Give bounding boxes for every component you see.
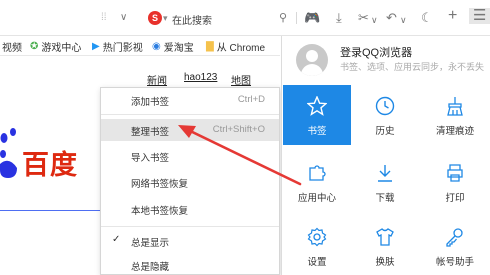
login-title[interactable]: 登录QQ浏览器 [340,44,412,60]
new-tab-icon[interactable]: + [448,8,457,24]
menu-item-label: 网络书签恢复 [131,179,189,190]
grid-icon[interactable]: ⁞⁞ [101,10,107,26]
bookmark-hot-movies[interactable]: ▶ 热门影视 [92,39,143,54]
printer-icon [447,164,463,182]
download-icon [378,165,392,182]
menu-item-organize-bookmarks[interactable]: 整理书签 Ctrl+Shift+O [101,119,279,141]
menu-item-import-bookmarks[interactable]: 导入书签 [101,145,279,167]
baidu-logo: 百度 [22,150,78,181]
bookmark-label: 从 Chrome [216,43,266,54]
tile-skin[interactable]: 换肤 [351,216,419,275]
search-icon[interactable]: ⚲ [279,10,287,26]
menu-item-label: 总是显示 [131,238,170,249]
clock-icon [375,96,395,116]
bookmark-from-chrome[interactable]: ▇ 从 Chrome [206,39,265,54]
tile-settings[interactable]: 设置 [283,216,351,275]
broom-icon [447,97,463,116]
menu-divider [101,114,279,115]
tile-history[interactable]: 历史 [351,85,419,145]
chevron-down-icon: ▾ [163,12,168,23]
menu-item-add-bookmark[interactable]: 添加书签 Ctrl+D [101,89,279,111]
bookmark-label: 爱淘宝 [163,43,194,54]
chevron-down-icon[interactable]: ∨ [120,10,127,26]
scissors-icon[interactable]: ✂ [358,10,369,26]
gamepad-icon: ✪ [30,41,39,52]
gamepad-icon[interactable]: 🎮 [304,10,320,26]
gear-icon [307,227,327,247]
tile-label: 帐号助手 [435,257,474,268]
tile-label: 历史 [375,126,395,137]
download-icon[interactable]: ⤓ [336,10,342,26]
tile-print[interactable]: 打印 [421,152,489,212]
bookmarks-bar: 视频 ✪ 游戏中心 ▶ 热门影视 ◉ 爱淘宝 ▇ 从 Chrome [0,36,280,56]
menu-item-label: 本地书签恢复 [131,206,189,217]
chevron-down-icon[interactable]: ∨ [371,12,378,28]
menu-item-label: 导入书签 [131,153,170,164]
browser-menu-panel: 登录QQ浏览器 书签、选项、应用云同步，永不丢失 书签 历史 清理痕迹 应用中心… [281,36,490,275]
tile-label: 书签 [307,126,327,137]
play-icon: ▶ [92,41,100,52]
menu-item-label: 整理书签 [131,127,170,138]
bookmark-video[interactable]: 视频 [2,39,22,54]
tile-label: 下载 [375,193,395,204]
menu-item-always-hide[interactable]: 总是隐藏 [101,254,279,275]
menu-divider [101,226,279,227]
baidu-paw-icon [0,128,17,178]
page-link-news[interactable]: 新闻 [147,72,167,87]
shirt-icon [376,228,394,246]
tile-label: 清理痕迹 [435,126,474,137]
bookmark-aitaobao[interactable]: ◉ 爱淘宝 [152,39,194,54]
page-link-hao123[interactable]: hao123 [184,72,217,83]
bookmark-label: 游戏中心 [41,43,82,54]
undo-icon[interactable]: ↶ [386,10,397,26]
star-icon [307,96,327,116]
browser-toolbar: ⁞⁞ ∨ S ▾ 在此搜索 ⚲ 🎮 ⤓ ✂ ∨ ↶ ∨ ☾ + ☰ [0,0,490,36]
menu-item-shortcut: Ctrl+Shift+O [212,124,265,135]
tile-label: 应用中心 [297,193,336,204]
avatar[interactable] [296,44,328,76]
menu-item-shortcut: Ctrl+D [237,94,265,105]
bookmark-game-center[interactable]: ✪ 游戏中心 [30,39,81,54]
search-engine-selector[interactable]: S ▾ [148,10,168,26]
page-link-map[interactable]: 地图 [231,72,251,87]
checkmark-icon: ✓ [112,234,121,245]
menu-item-restore-network-bookmarks[interactable]: 网络书签恢复 [101,171,279,193]
search-box-edge [0,210,100,211]
tile-label: 打印 [445,193,465,204]
moon-icon[interactable]: ☾ [421,10,433,26]
tile-download[interactable]: 下载 [351,152,419,212]
tile-account-assistant[interactable]: 帐号助手 [421,216,489,275]
key-icon [446,228,463,247]
folder-icon: ▇ [206,41,214,52]
tile-app-center[interactable]: 应用中心 [283,152,351,212]
bookmark-label: 热门影视 [102,43,143,54]
tile-label: 换肤 [375,257,395,268]
puzzle-icon [309,165,326,181]
globe-icon: ◉ [152,41,161,52]
search-input[interactable]: 在此搜索 [172,12,212,27]
toolbar-divider [296,12,297,24]
tile-bookmarks[interactable]: 书签 [283,85,351,145]
menu-item-restore-local-bookmarks[interactable]: 本地书签恢复 [101,198,279,220]
menu-item-always-show[interactable]: ✓ 总是显示 [101,230,279,252]
login-subtitle: 书签、选项、应用云同步，永不丢失 [340,62,485,72]
tile-label: 设置 [307,257,327,268]
bookmark-context-menu: 添加书签 Ctrl+D 整理书签 Ctrl+Shift+O 导入书签 网络书签恢… [100,87,280,275]
menu-item-label: 添加书签 [131,97,170,108]
menu-icon[interactable]: ☰ [469,8,490,24]
chevron-down-icon[interactable]: ∨ [400,12,407,28]
menu-item-label: 总是隐藏 [131,262,170,273]
bookmark-label: 视频 [2,43,22,54]
tile-clear-traces[interactable]: 清理痕迹 [421,85,489,145]
360-search-icon: S [148,11,162,25]
